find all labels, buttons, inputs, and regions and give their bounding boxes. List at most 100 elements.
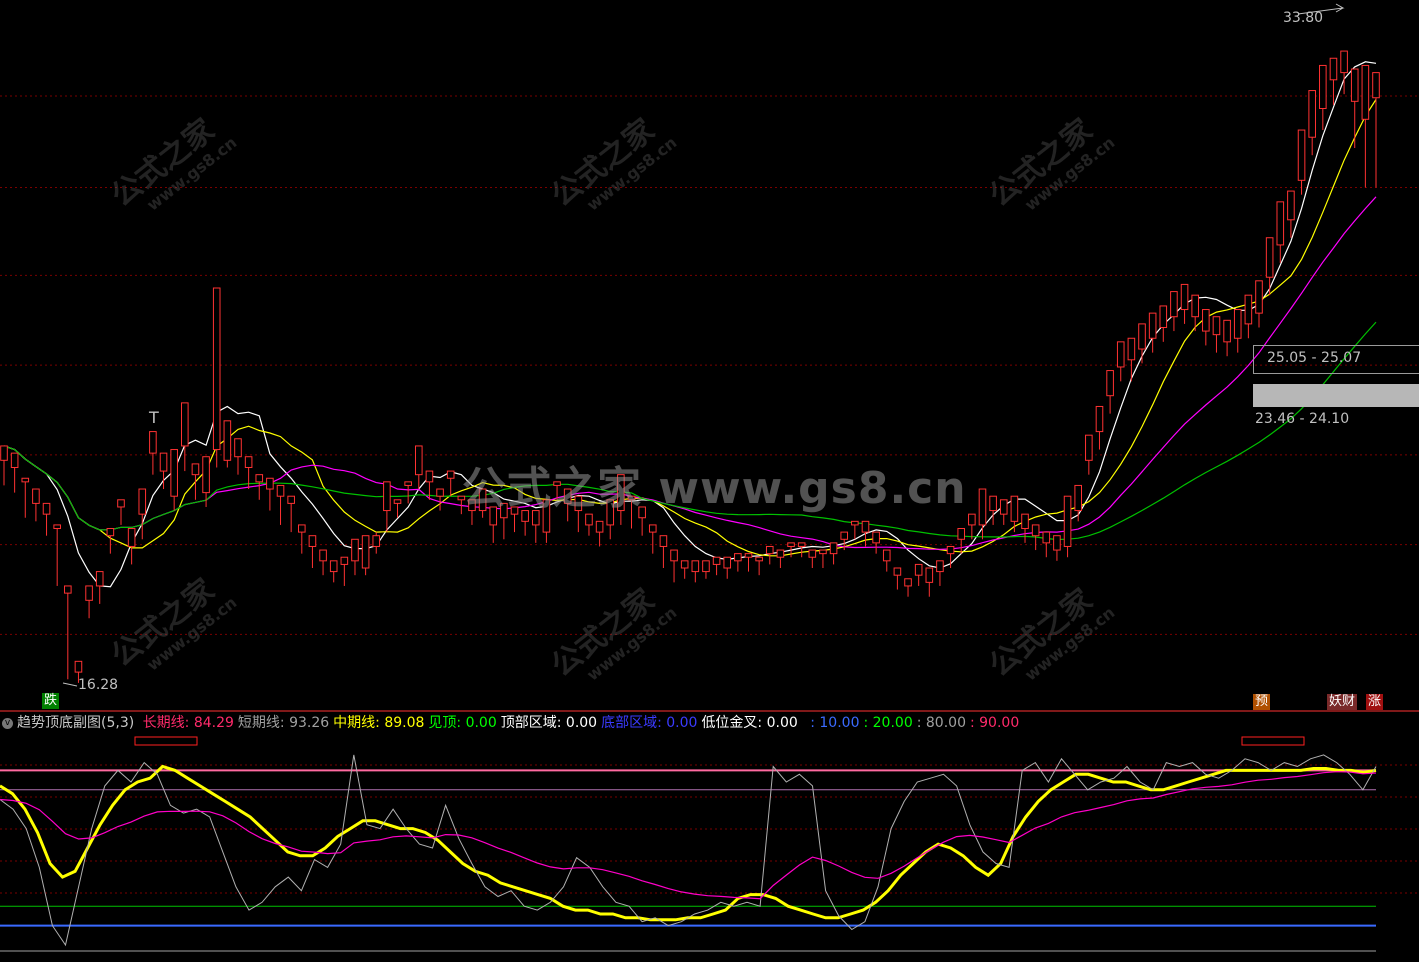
candle-body <box>42 502 51 515</box>
legend-item: 短期线: 93.26 <box>237 715 330 731</box>
legend-item: 底部区域: 0.00 <box>601 715 698 731</box>
collapse-icon[interactable]: v <box>2 717 13 729</box>
high-price-label: 33.80 <box>1283 10 1324 26</box>
level-items: : 10.00: 20.00: 80.00: 90.00 <box>810 715 1023 731</box>
candle-body <box>1127 337 1136 361</box>
candle-body <box>1287 190 1295 221</box>
legend-item: 长期线: 84.29 <box>142 715 234 731</box>
candle-body <box>861 520 870 533</box>
weird-fin-tag: 妖财 <box>1327 694 1358 710</box>
candle-body <box>1340 50 1348 74</box>
candle-body <box>340 556 349 565</box>
candle-body <box>1053 535 1061 551</box>
candle-body <box>351 538 359 562</box>
candle-body <box>191 463 200 476</box>
candle-body <box>957 528 966 540</box>
candle-body <box>255 474 264 483</box>
candle-body <box>1180 283 1189 311</box>
candle-body <box>170 449 178 497</box>
candle-body <box>425 470 434 483</box>
candle-body <box>393 499 402 504</box>
candle-body <box>595 520 604 533</box>
candle-body <box>659 535 668 547</box>
candle-body <box>1074 484 1082 512</box>
candle-body <box>436 488 444 497</box>
candle-body <box>298 524 306 533</box>
candle-body <box>691 560 700 573</box>
candle-body <box>723 556 732 569</box>
candle-body <box>1010 495 1019 522</box>
candle-body <box>404 481 412 486</box>
candle-body <box>234 438 242 458</box>
upper-zone-label: 25.05 - 25.07 <box>1267 350 1362 366</box>
level-value: : 80.00 <box>916 715 966 731</box>
level-value: : 90.00 <box>969 715 1020 731</box>
candle-body <box>10 452 19 468</box>
candle-body <box>1244 294 1253 325</box>
candle-body <box>1042 531 1051 544</box>
candle-body <box>149 431 157 454</box>
candle-body <box>181 402 189 447</box>
candle-body <box>212 287 221 451</box>
indicator-title[interactable]: 趋势顶底副图(5,3) <box>17 715 134 731</box>
candle-body <box>1319 64 1327 110</box>
candle-body <box>1159 305 1168 328</box>
candle-body <box>1308 90 1316 138</box>
candle-body <box>446 470 455 479</box>
t-glyph: T <box>149 408 159 427</box>
candle-body <box>712 556 721 565</box>
candle-body <box>744 553 753 558</box>
candle-body <box>904 578 912 587</box>
candle-body <box>670 549 678 562</box>
indicator-chart <box>0 736 1419 952</box>
candle-body <box>1329 57 1338 81</box>
candle-body <box>1212 316 1221 336</box>
stock-chart-stage: 公式之家 www.gs8.cn 公式之家 www.gs8.cn 公式之家 www.g… <box>0 0 1419 962</box>
candle-body <box>361 535 370 569</box>
candle-body <box>1095 405 1104 433</box>
candle-body <box>138 488 147 515</box>
candle-body <box>755 556 763 562</box>
candle-body <box>1372 72 1380 99</box>
candle-body <box>1202 309 1210 332</box>
candle-body <box>287 495 295 504</box>
top-marker-right <box>1241 736 1305 746</box>
candle-body <box>1148 312 1157 339</box>
candle-body <box>819 549 827 555</box>
candle-body <box>1350 68 1359 102</box>
indicator-legend: v 趋势顶底副图(5,3) 长期线: 84.29 短期线: 93.26 中期线: 89… <box>0 713 1027 733</box>
low-arrow <box>62 682 78 687</box>
candle-body <box>1085 434 1093 461</box>
legend-items: 长期线: 84.29 短期线: 93.26 中期线: 89.08 见顶: 0.00 顶部… <box>143 715 802 731</box>
candle-body <box>776 549 785 558</box>
candle-body <box>106 528 115 537</box>
low-price-label: 16.28 <box>78 677 119 693</box>
legend-item: 顶部区域: 0.00 <box>500 715 598 731</box>
candle-body <box>1031 524 1040 537</box>
candle-body <box>968 513 976 526</box>
rise-tag: 涨 <box>1366 694 1384 710</box>
candle-body <box>765 545 774 555</box>
candle-body <box>64 585 72 594</box>
candle-body <box>1116 341 1125 368</box>
candle-body <box>329 560 338 573</box>
candle-body <box>989 495 997 512</box>
candle-body <box>851 520 859 526</box>
candle-body <box>1361 64 1370 120</box>
lower-zone-fill <box>1253 384 1419 407</box>
main-gridlines <box>0 95 1419 635</box>
candle-body <box>1233 309 1242 339</box>
candle-body <box>702 560 710 573</box>
candle-body <box>85 585 93 601</box>
candle-body <box>893 567 902 576</box>
watermark-main: 公式之家 www.gs8.cn <box>462 463 967 514</box>
candle-body <box>925 567 934 583</box>
candle-body <box>1255 280 1263 314</box>
candle-body <box>1276 201 1285 246</box>
indicator-lines <box>0 754 1377 947</box>
candle-body <box>648 524 657 533</box>
candle-body <box>32 488 40 504</box>
candle-body <box>936 560 944 573</box>
candle-body <box>1106 370 1114 397</box>
candle-body <box>840 531 849 540</box>
